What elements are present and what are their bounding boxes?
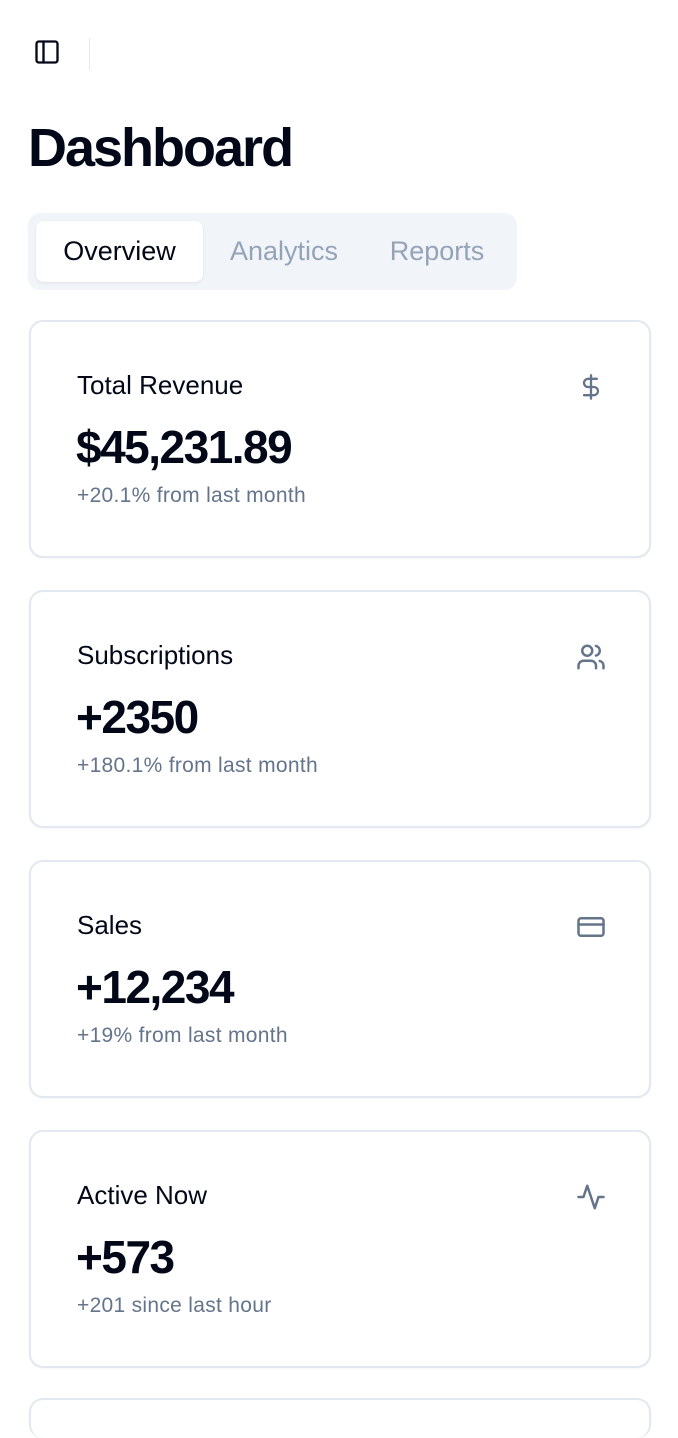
card-subtext: +201 since last hour — [77, 1294, 272, 1317]
card-title: Active Now — [77, 1180, 208, 1210]
active-now-card: Active Now +573 +201 since last hour — [29, 1130, 651, 1368]
tab-list: Overview Analytics Reports — [28, 213, 517, 290]
panel-left-icon — [33, 38, 61, 71]
tab-reports[interactable]: Reports — [365, 221, 509, 282]
card-title: Sales — [77, 910, 143, 940]
card-value: +573 — [76, 1231, 175, 1283]
sales-card: Sales +12,234 +19% from last month — [29, 860, 651, 1098]
sidebar-toggle-button[interactable] — [31, 38, 63, 70]
card-title: Total Revenue — [77, 370, 244, 400]
tab-overview[interactable]: Overview — [36, 221, 203, 282]
top-bar — [0, 0, 678, 108]
card-value: +12,234 — [76, 961, 235, 1013]
tab-analytics[interactable]: Analytics — [203, 221, 365, 282]
next-card-partial — [29, 1398, 651, 1438]
page-title: Dashboard — [28, 118, 294, 178]
card-value: +2350 — [76, 691, 199, 743]
users-icon — [574, 640, 608, 674]
credit-card-icon — [574, 910, 608, 944]
dollar-icon — [574, 370, 608, 404]
total-revenue-card: Total Revenue $45,231.89 +20.1% from las… — [29, 320, 651, 558]
topbar-divider — [89, 38, 90, 70]
card-subtext: +180.1% from last month — [77, 754, 318, 777]
card-subtext: +20.1% from last month — [77, 484, 306, 507]
card-value: $45,231.89 — [76, 421, 293, 473]
subscriptions-card: Subscriptions +2350 +180.1% from last mo… — [29, 590, 651, 828]
card-title: Subscriptions — [77, 640, 234, 670]
card-subtext: +19% from last month — [77, 1024, 288, 1047]
activity-icon — [574, 1180, 608, 1214]
